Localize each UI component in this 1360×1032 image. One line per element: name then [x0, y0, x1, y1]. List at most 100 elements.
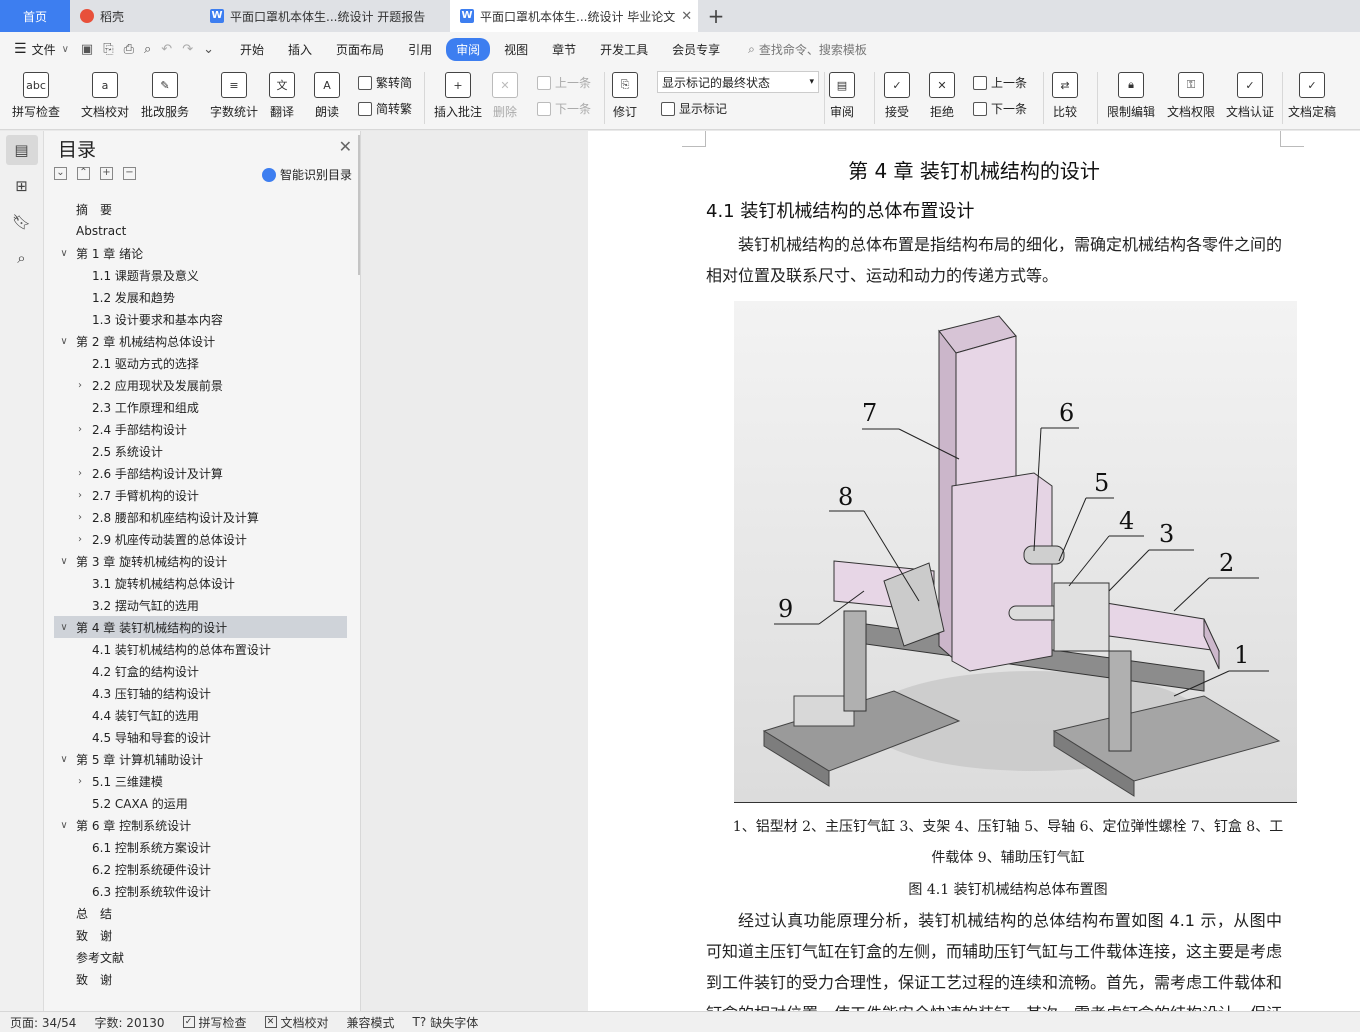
close-icon[interactable]: ✕ [681, 9, 692, 24]
toc-item[interactable]: 6.1 控制系统方案设计 [54, 836, 347, 858]
smart-toc-button[interactable]: 智能识别目录 [261, 166, 352, 183]
review-pane-button[interactable]: ▤ 审阅 [829, 72, 855, 120]
toc-item[interactable]: 3.1 旋转机械结构总体设计 [54, 572, 347, 594]
toc-item[interactable]: 4.5 导轴和导套的设计 [54, 726, 347, 748]
proofread-button[interactable]: a 文档校对 [81, 72, 129, 120]
toc-item[interactable]: 致 谢 [54, 968, 347, 990]
toc-item[interactable]: 摘 要 [54, 198, 347, 220]
menu-tab-4[interactable]: 审阅 [446, 37, 491, 61]
chevron-down-icon[interactable]: ∨ [58, 820, 70, 831]
toc-item[interactable]: 2.3 工作原理和组成 [54, 396, 347, 418]
next-change-button[interactable]: 下一条 [973, 100, 1027, 117]
menu-tab-8[interactable]: 会员专享 [662, 38, 730, 61]
toc-item[interactable]: 1.3 设计要求和基本内容 [54, 308, 347, 330]
save-icon[interactable]: ▣ [81, 42, 93, 57]
toc-panel-icon[interactable]: ▤ [5, 135, 38, 165]
restrict-editing-button[interactable]: 🔒︎ 限制编辑 [1107, 72, 1155, 120]
chevron-right-icon[interactable]: › [74, 512, 86, 523]
show-markup-button[interactable]: 显示标记 [661, 100, 727, 117]
prev-change-button[interactable]: 上一条 [973, 74, 1027, 91]
toc-item[interactable]: › 2.2 应用现状及发展前景 [54, 374, 347, 396]
toc-item[interactable]: 4.2 钉盒的结构设计 [54, 660, 347, 682]
missing-font-status[interactable]: T? 缺失字体 [403, 1014, 487, 1031]
markup-state-select[interactable]: 显示标记的最终状态 ▾ [657, 71, 819, 93]
menu-tab-1[interactable]: 插入 [278, 38, 322, 61]
chevron-down-icon[interactable]: ∨ [58, 754, 70, 765]
translate-button[interactable]: 文翻译 [269, 72, 295, 120]
spell-check-button[interactable]: abc 拼写检查 [12, 72, 60, 120]
toc-item[interactable]: 3.2 摆动气缸的选用 [54, 594, 347, 616]
toc-item[interactable]: 5.2 CAXA 的运用 [54, 792, 347, 814]
print-icon[interactable]: ⎙ [124, 42, 134, 57]
toc-item[interactable]: ∨ 第 6 章 控制系统设计 [54, 814, 347, 836]
batch-service-button[interactable]: ✎ 批改服务 [141, 72, 189, 120]
toc-item[interactable]: › 2.9 机座传动装置的总体设计 [54, 528, 347, 550]
toc-item[interactable]: 总 结 [54, 902, 347, 924]
new-tab-button[interactable]: + [698, 0, 734, 32]
toc-item[interactable]: 参考文献 [54, 946, 347, 968]
chevron-down-icon[interactable]: ∨ [58, 556, 70, 567]
undo-icon[interactable]: ↶ [161, 42, 172, 57]
toc-item[interactable]: 6.2 控制系统硬件设计 [54, 858, 347, 880]
tab-document-proposal[interactable]: W 平面口罩机本体生...统设计 开题报告 [200, 0, 450, 32]
track-changes-button[interactable]: ⎘ 修订 [612, 72, 638, 120]
chevron-down-icon[interactable]: ∨ [58, 248, 70, 259]
chevron-right-icon[interactable]: › [74, 380, 86, 391]
menu-tab-2[interactable]: 页面布局 [326, 38, 394, 61]
simp-to-trad-button[interactable]: 简转繁 [358, 100, 412, 117]
toc-item[interactable]: ∨ 第 3 章 旋转机械结构的设计 [54, 550, 347, 572]
toc-item[interactable]: › 2.7 手臂机构的设计 [54, 484, 347, 506]
next-comment-button[interactable]: 下一条 [537, 100, 591, 117]
remove-heading-icon[interactable]: − [123, 167, 136, 180]
chevron-right-icon[interactable]: › [74, 776, 86, 787]
file-menu[interactable]: ☰ 文件 ∨ [14, 41, 69, 58]
menu-tab-3[interactable]: 引用 [398, 38, 442, 61]
reject-button[interactable]: ✕ 拒绝 [929, 72, 955, 120]
chevron-right-icon[interactable]: › [74, 534, 86, 545]
read-aloud-button[interactable]: A 朗读 [314, 72, 340, 120]
menu-tab-0[interactable]: 开始 [230, 38, 274, 61]
toc-item[interactable]: › 2.8 腰部和机座结构设计及计算 [54, 506, 347, 528]
search-icon[interactable]: ⌕ [6, 243, 38, 273]
page-indicator[interactable]: 页面: 34/54 [0, 1014, 84, 1031]
command-search[interactable]: ⌕ 查找命令、搜索模板 [748, 41, 867, 58]
redo-icon[interactable]: ↷ [182, 42, 193, 57]
toc-item[interactable]: 2.5 系统设计 [54, 440, 347, 462]
proofread-status[interactable]: ✕ 文档校对 [255, 1014, 337, 1031]
toc-item[interactable]: 1.1 课题背景及意义 [54, 264, 347, 286]
insert-comment-button[interactable]: + 插入批注 [434, 72, 482, 120]
finalize-button[interactable]: ✓ 文档定稿 [1288, 72, 1336, 120]
compare-button[interactable]: ⇄ 比较 [1052, 72, 1078, 120]
chevron-right-icon[interactable]: › [74, 490, 86, 501]
bookmark-icon[interactable]: 🔖︎ [6, 207, 38, 237]
toc-item[interactable]: 2.1 驱动方式的选择 [54, 352, 347, 374]
toc-item[interactable]: › 5.1 三维建模 [54, 770, 347, 792]
toc-item[interactable]: 4.3 压钉轴的结构设计 [54, 682, 347, 704]
chevron-right-icon[interactable]: › [74, 468, 86, 479]
chevron-right-icon[interactable]: › [74, 424, 86, 435]
print-preview-icon[interactable]: ⌕ [144, 42, 151, 57]
toc-item[interactable]: ∨ 第 4 章 装钉机械结构的设计 [54, 616, 347, 638]
trad-to-simp-button[interactable]: 繁转简 [358, 74, 412, 91]
menu-tab-7[interactable]: 开发工具 [590, 38, 658, 61]
spell-check-status[interactable]: ✓ 拼写检查 [173, 1014, 255, 1031]
chevron-down-icon[interactable]: ∨ [58, 622, 70, 633]
chapter-nav-icon[interactable]: ⊞ [6, 171, 38, 201]
add-heading-icon[interactable]: + [100, 167, 113, 180]
chevron-down-icon[interactable]: ∨ [58, 336, 70, 347]
tab-home[interactable]: 首页 [0, 0, 70, 32]
accept-button[interactable]: ✓ 接受 [884, 72, 910, 120]
toc-item[interactable]: 4.4 装钉气缸的选用 [54, 704, 347, 726]
toc-item[interactable]: › 2.6 手部结构设计及计算 [54, 462, 347, 484]
doc-rights-button[interactable]: ⚿ 文档权限 [1167, 72, 1215, 120]
expand-all-icon[interactable]: ⌃ [77, 167, 90, 180]
toc-item[interactable]: › 2.4 手部结构设计 [54, 418, 347, 440]
collapse-all-icon[interactable]: ⌄ [54, 167, 67, 180]
toc-item[interactable]: 致 谢 [54, 924, 347, 946]
toc-item[interactable]: 4.1 装钉机械结构的总体布置设计 [54, 638, 347, 660]
close-icon[interactable]: ✕ [339, 137, 352, 156]
toc-item[interactable]: Abstract [54, 220, 347, 242]
toc-item[interactable]: 1.2 发展和趋势 [54, 286, 347, 308]
toc-item[interactable]: ∨ 第 5 章 计算机辅助设计 [54, 748, 347, 770]
word-count-indicator[interactable]: 字数: 20130 [84, 1014, 172, 1031]
